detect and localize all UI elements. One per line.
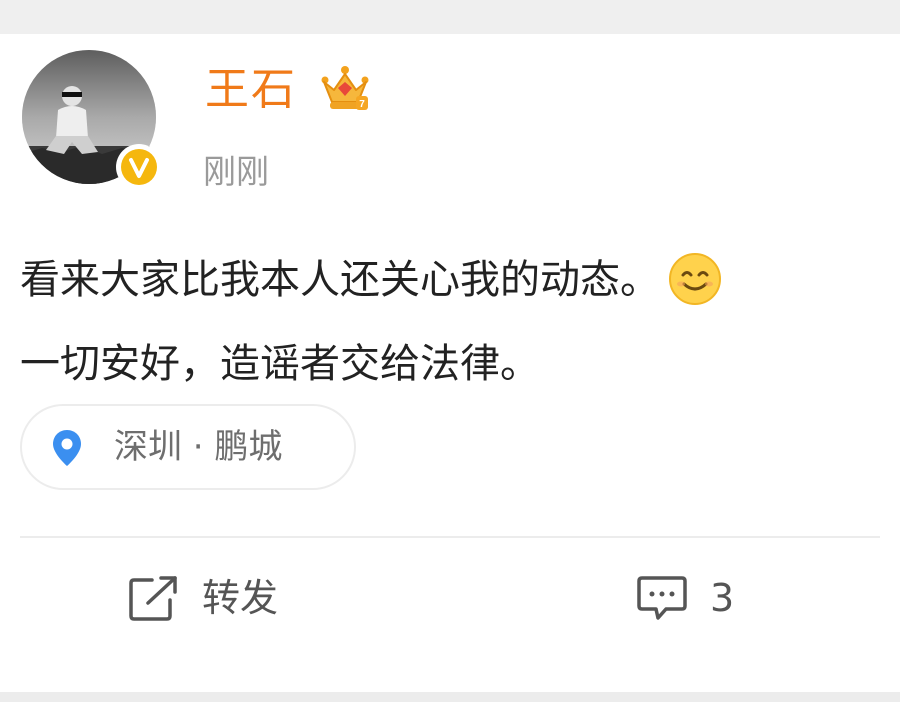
post-line-1: 看来大家比我本人还关心我的动态。 [20,238,900,322]
comment-button[interactable]: 3 [636,568,734,628]
svg-text:7: 7 [359,99,365,110]
bottom-background-strip [0,692,900,702]
action-divider [20,536,880,538]
author-name[interactable]: 王石 [205,62,297,118]
post-line-1-text: 看来大家比我本人还关心我的动态。 [20,257,660,303]
verified-badge [116,144,162,190]
location-pin-icon [52,429,82,467]
post-content: 看来大家比我本人还关心我的动态。 一切安好，造谣者交给法律。 [20,238,900,406]
post-line-2: 一切安好，造谣者交给法律。 [20,341,540,387]
top-background-strip [0,0,900,34]
smile-icon [668,251,722,305]
repost-icon [129,576,177,621]
comment-icon [637,576,687,620]
location-chip[interactable]: 深圳 · 鹏城 [20,404,356,490]
repost-label: 转发 [202,576,279,620]
comment-count: 3 [710,576,735,620]
location-label: 深圳 · 鹏城 [114,427,283,467]
post-timestamp: 刚刚 [203,152,269,191]
repost-button[interactable]: 转发 [128,568,278,628]
verified-v-icon [121,149,157,185]
crown-icon[interactable]: 7 [318,62,372,116]
